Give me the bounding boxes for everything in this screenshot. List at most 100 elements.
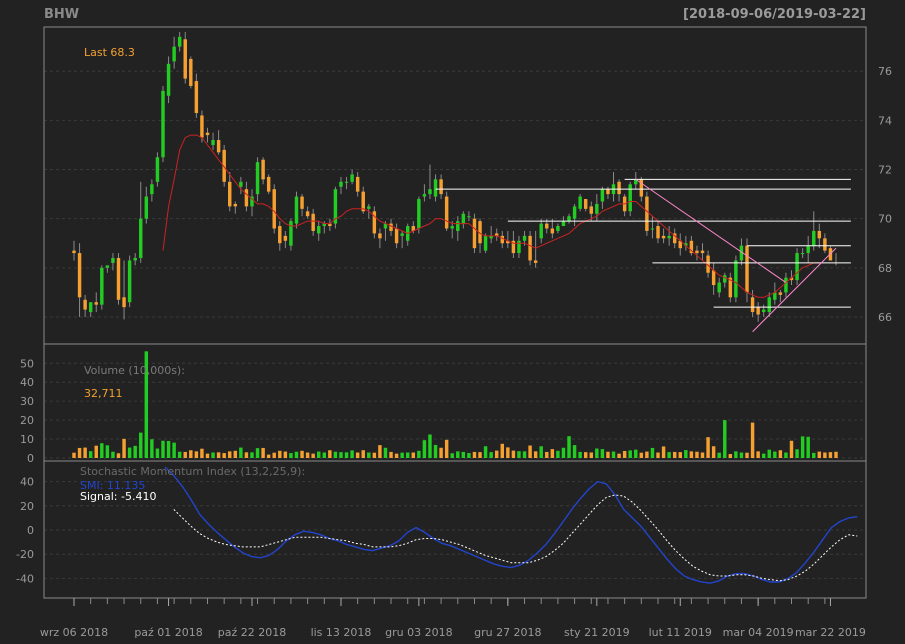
volume-bar <box>650 447 655 458</box>
volume-bar <box>723 420 727 458</box>
smi-indicator-label: Stochastic Momentum Index (13,2,25,9): <box>80 465 305 478</box>
volume-bar <box>728 454 733 458</box>
candle-body <box>428 189 432 195</box>
candle-body <box>812 230 816 246</box>
candle-body <box>817 230 822 239</box>
candle-body <box>711 270 716 286</box>
candle-body <box>528 235 532 261</box>
candle-body <box>589 206 593 214</box>
volume-bar <box>433 444 438 458</box>
candle-body <box>550 228 555 234</box>
volume-bar <box>350 450 354 458</box>
volume-bar <box>228 451 232 458</box>
candle-body <box>695 250 699 254</box>
volume-bar <box>422 440 427 458</box>
candle-body <box>661 235 666 239</box>
candle-body <box>194 81 199 114</box>
candle-body <box>150 184 154 195</box>
candle-body <box>567 216 571 222</box>
volume-bar <box>100 443 104 458</box>
volume-bar <box>717 452 721 458</box>
volume-bar <box>394 453 399 458</box>
volume-bar <box>823 452 827 458</box>
x-tick-label: lis 13 2018 <box>311 626 372 639</box>
candle-body <box>161 90 165 158</box>
candle-body <box>628 184 632 212</box>
oscillator-tick-label: -20 <box>16 548 34 561</box>
volume-bar <box>500 443 505 458</box>
volume-bar <box>611 451 616 458</box>
candle-body <box>272 189 276 229</box>
volume-bar <box>328 450 332 458</box>
volume-bar <box>72 452 76 458</box>
candle-body <box>756 307 760 315</box>
volume-bar <box>706 437 710 458</box>
candle-body <box>72 250 76 254</box>
oscillator-tick-label: 0 <box>27 524 34 537</box>
candle-body <box>83 299 87 310</box>
candle-body <box>100 267 104 305</box>
volume-bar <box>444 439 449 458</box>
volume-bar <box>111 451 115 458</box>
volume-bar <box>773 451 777 458</box>
candle-body <box>228 181 232 207</box>
candle-body <box>617 181 621 195</box>
volume-bar <box>800 436 805 458</box>
candle-body <box>94 302 98 305</box>
volume-bar <box>222 453 226 458</box>
volume-bar <box>305 452 310 458</box>
volume-bar <box>244 452 249 458</box>
candle-body <box>133 257 137 261</box>
candle-body <box>422 194 427 197</box>
volume-bar <box>634 449 638 458</box>
price-tick-label: 70 <box>878 213 892 226</box>
volume-bar <box>567 436 571 458</box>
volume-bar <box>161 440 165 458</box>
candle-body <box>344 181 349 183</box>
volume-bar <box>667 452 671 458</box>
candle-body <box>650 228 655 230</box>
volume-bar <box>795 449 799 458</box>
candle-body <box>266 176 271 192</box>
volume-bar <box>756 451 760 458</box>
volume-bar <box>684 450 688 458</box>
volume-bar <box>478 452 482 458</box>
candle-body <box>389 223 393 231</box>
candle-body <box>656 226 660 239</box>
date-range: [2018-09-06/2019-03-22] <box>683 7 866 22</box>
candle-body <box>105 265 110 268</box>
volume-bar <box>311 453 315 458</box>
volume-bar <box>711 446 716 458</box>
volume-tick-label: 50 <box>20 357 34 370</box>
volume-tick-label: 0 <box>27 452 34 465</box>
candle-body <box>700 250 705 254</box>
volume-bar <box>322 452 327 458</box>
volume-bar <box>150 439 154 458</box>
volume-bar <box>689 451 694 458</box>
candle-body <box>88 302 93 313</box>
volume-bar <box>344 452 349 458</box>
candle-body <box>583 199 588 209</box>
volume-bar <box>367 452 371 458</box>
volume-bar <box>155 448 160 458</box>
volume-bar <box>489 452 493 458</box>
candle-body <box>305 211 310 217</box>
last-price-label: Last 68.3 <box>84 46 135 59</box>
volume-bar <box>255 448 260 458</box>
volume-bar <box>812 452 816 458</box>
volume-bar <box>789 440 794 458</box>
volume-bar <box>672 451 677 458</box>
candle-body <box>600 189 605 202</box>
volume-bar <box>556 450 560 458</box>
candle-body <box>200 115 204 138</box>
volume-bar <box>250 452 254 458</box>
oscillator-tick-label: 40 <box>20 476 34 489</box>
signal-value-label: Signal: -5.410 <box>80 490 156 503</box>
volume-tick-label: 40 <box>20 376 34 389</box>
candle-body <box>339 181 343 187</box>
candle-body <box>433 179 438 197</box>
volume-bar <box>383 447 388 458</box>
volume-bar <box>205 453 210 458</box>
candle-body <box>261 159 265 180</box>
volume-bar <box>88 451 93 458</box>
